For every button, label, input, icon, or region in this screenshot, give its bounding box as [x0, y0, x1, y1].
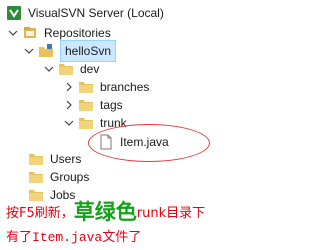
folder-icon [78, 79, 94, 95]
folder-icon [58, 61, 74, 77]
annotation-text: 文件了 [102, 230, 142, 245]
annotation-text: 按F5刷新， [6, 206, 74, 221]
tree-item-dev[interactable]: dev [44, 59, 99, 79]
highlight-ellipse [88, 124, 210, 162]
tree-item-label: branches [100, 80, 150, 94]
tree-item-label: VisualSVN Server (Local) [28, 6, 164, 20]
repo-folder-icon [38, 43, 54, 59]
tree-item-label: Users [50, 152, 82, 166]
repository-icon [22, 25, 38, 41]
tree-item-label: dev [80, 62, 100, 76]
tree-item-branches[interactable]: branches [64, 77, 149, 97]
tree-item-label: Groups [50, 170, 90, 184]
folder-icon [78, 115, 94, 131]
chevron-down-icon[interactable] [8, 28, 18, 38]
tree-item-repo[interactable]: helloSvn [24, 40, 117, 62]
server-icon [6, 5, 22, 21]
folder-icon [28, 151, 44, 167]
chevron-down-icon[interactable] [44, 64, 54, 74]
folder-icon [78, 97, 94, 113]
annotation-highlight: 草绿色 [73, 200, 137, 224]
chevron-down-icon[interactable] [64, 118, 74, 128]
tree-item-server[interactable]: VisualSVN Server (Local) [6, 3, 164, 23]
chevron-right-icon[interactable] [64, 100, 74, 110]
tree-item-users[interactable]: Users [28, 149, 81, 169]
annotation-filename: Item.java [32, 230, 103, 245]
chevron-down-icon[interactable] [24, 46, 34, 56]
folder-icon [28, 169, 44, 185]
chevron-right-icon[interactable] [64, 82, 74, 92]
annotation-note: 按F5刷新，草绿色runk目录下有了Item.java文件了 [6, 200, 212, 250]
tree-item-groups[interactable]: Groups [28, 167, 89, 187]
tree-item-tags[interactable]: tags [64, 95, 123, 115]
tree-item-label: tags [100, 98, 123, 112]
